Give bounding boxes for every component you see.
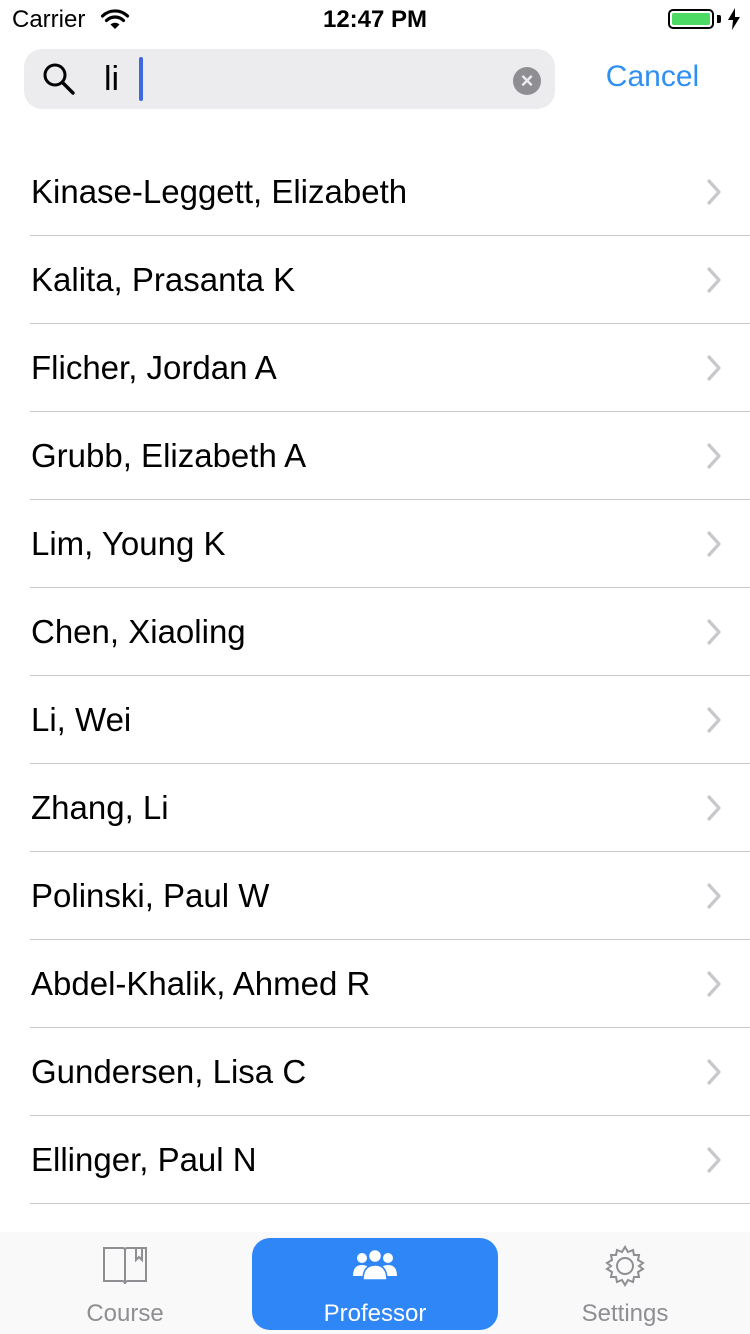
chevron-right-icon [706,1146,722,1179]
tab-course-label: Course [86,1300,164,1327]
list-item[interactable]: Grubb, Elizabeth A [0,412,750,500]
chevron-right-icon [706,970,722,1003]
chevron-right-icon [706,266,722,299]
status-bar: Carrier 12:47 PM [0,0,750,40]
list-item-label: Grubb, Elizabeth A [31,437,307,474]
list-item[interactable]: Polinski, Paul W [0,852,750,940]
list-item-label: Ellinger, Paul N [31,1141,257,1178]
row-divider [30,1203,750,1204]
clear-search-button[interactable]: × [513,67,541,95]
tab-professor[interactable]: Professor [252,1238,498,1330]
chevron-right-icon [706,442,722,475]
tab-settings-label: Settings [581,1300,669,1327]
list-item-label: Gundersen, Lisa C [31,1053,307,1090]
list-item[interactable]: Gundersen, Lisa C [0,1028,750,1116]
book-icon [102,1244,148,1291]
list-item[interactable]: Flicher, Jordan A [0,324,750,412]
charging-bolt-icon [728,8,740,35]
search-field[interactable]: li × [24,49,555,109]
chevron-right-icon [706,530,722,563]
people-icon [351,1246,399,1287]
tab-professor-label: Professor [323,1300,427,1327]
list-item[interactable]: Zhang, Li [0,764,750,852]
chevron-right-icon [706,1058,722,1091]
list-item-label: Chen, Xiaoling [31,613,246,650]
list-item-label: Kalita, Prasanta K [31,261,296,298]
cancel-button[interactable]: Cancel [580,60,725,94]
list-item[interactable]: Lim, Young K [0,500,750,588]
list-item[interactable]: Chen, Xiaoling [0,588,750,676]
list-item[interactable]: Ellinger, Paul N [0,1116,750,1204]
chevron-right-icon [706,178,722,211]
list-item[interactable]: Li, Wei [0,676,750,764]
list-item-label: Flicher, Jordan A [31,349,277,386]
chevron-right-icon [706,882,722,915]
professor-list[interactable]: Kinase-Leggett, Elizabeth Kalita, Prasant… [0,148,750,1230]
list-item-label: Zhang, Li [31,789,169,826]
battery-cap [717,15,721,23]
text-caret [139,57,143,101]
list-item-label: Abdel-Khalik, Ahmed R [31,965,371,1002]
tab-bar: Course Professor Settings [0,1232,750,1334]
list-item-label: Li, Wei [31,701,132,738]
battery-icon [668,9,714,29]
list-item-label: Kinase-Leggett, Elizabeth [31,173,408,210]
list-item[interactable]: Kinase-Leggett, Elizabeth [0,148,750,236]
list-item[interactable]: Kalita, Prasanta K [0,236,750,324]
gear-icon [603,1244,647,1293]
list-item-label: Polinski, Paul W [31,877,270,914]
chevron-right-icon [706,794,722,827]
status-time: 12:47 PM [322,6,428,33]
chevron-right-icon [706,706,722,739]
search-icon [42,62,76,101]
search-input[interactable]: li [104,59,119,99]
chevron-right-icon [706,354,722,387]
tab-course[interactable]: Course [0,1232,250,1334]
battery-level-fill [672,13,710,25]
list-item-label: Lim, Young K [31,525,226,562]
chevron-right-icon [706,618,722,651]
tab-settings[interactable]: Settings [500,1232,750,1334]
list-item[interactable]: Abdel-Khalik, Ahmed R [0,940,750,1028]
